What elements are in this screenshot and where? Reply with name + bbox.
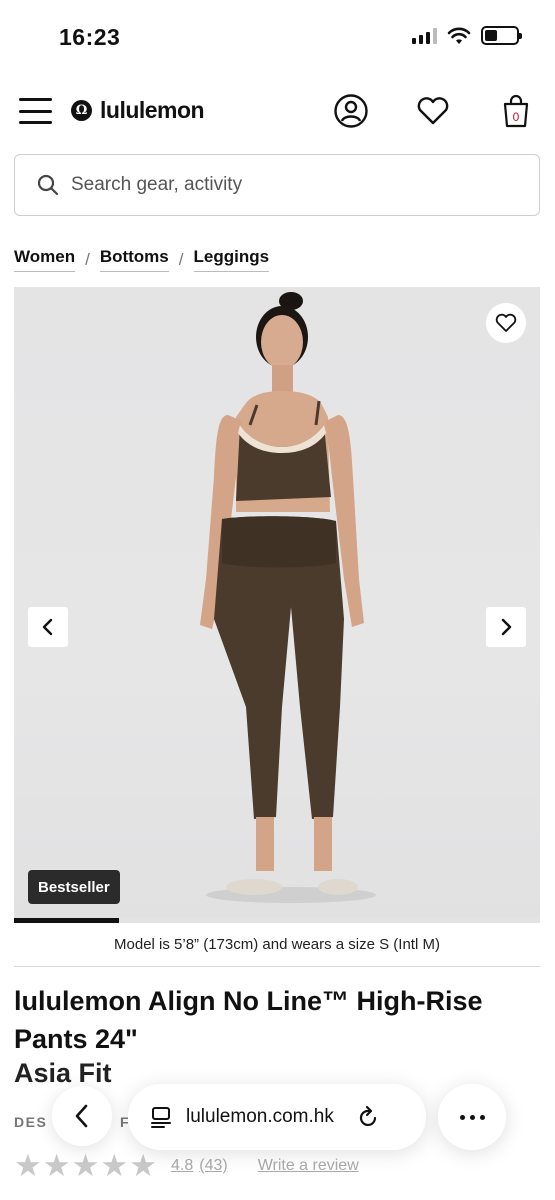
brand-name: lululemon: [100, 97, 205, 123]
star-icon: ★: [42, 1148, 71, 1183]
write-review-link[interactable]: Write a review: [258, 1157, 359, 1175]
breadcrumb-bottoms[interactable]: Bottoms: [99, 247, 169, 272]
browser-back-button[interactable]: [52, 1086, 112, 1146]
reload-icon[interactable]: [356, 1105, 380, 1129]
wishlist-icon[interactable]: [415, 93, 451, 129]
product-title: lululemon Align No Line™ High-Rise Pants…: [14, 986, 483, 1054]
product-fit: Asia Fit: [14, 1058, 112, 1088]
rating-count[interactable]: (43): [199, 1157, 227, 1175]
image-wishlist-button[interactable]: [486, 303, 526, 343]
gallery-progress-fill: [14, 918, 120, 923]
chevron-left-icon: [75, 1104, 88, 1128]
breadcrumb-leggings[interactable]: Leggings: [193, 247, 270, 272]
search-bar[interactable]: [14, 154, 540, 216]
rating-row: ★ ★ ★ ★ ★ 4.8 (43) Write a review: [14, 1150, 359, 1181]
battery-icon: [481, 26, 522, 45]
wifi-icon: [447, 27, 471, 44]
star-icon: ★: [14, 1148, 42, 1183]
next-image-button[interactable]: [486, 607, 526, 647]
browser-address-bar[interactable]: lululemon.com.hk: [128, 1084, 426, 1150]
star-icon: ★: [71, 1148, 100, 1183]
bag-icon[interactable]: 0: [498, 93, 534, 129]
status-icons: [412, 26, 522, 45]
product-page: 16:23 Ω lululemon 0 Search gear, activit…: [0, 0, 555, 1200]
chevron-left-icon: [42, 618, 53, 636]
chevron-right-icon: [501, 618, 512, 636]
bestseller-badge: Bestseller: [28, 870, 120, 904]
model-size-info: Model is 5’8” (173cm) and wears a size S…: [114, 936, 440, 953]
account-icon[interactable]: [333, 93, 369, 129]
brand-logo[interactable]: Ω lululemon: [71, 97, 205, 124]
breadcrumb: Women / Bottoms / Leggings: [14, 247, 270, 272]
description-tab[interactable]: DES: [14, 1114, 47, 1130]
menu-icon[interactable]: [19, 98, 52, 124]
browser-url: lululemon.com.hk: [186, 1106, 334, 1127]
search-icon: [37, 174, 59, 196]
breadcrumb-separator: /: [178, 249, 184, 269]
page-settings-icon: [151, 1107, 171, 1128]
signal-icon: [412, 27, 437, 44]
star-rating: ★ ★ ★ ★ ★: [14, 1150, 157, 1181]
site-header: Ω lululemon 0: [0, 80, 555, 142]
star-icon: ★: [100, 1148, 129, 1183]
bag-count: 0: [513, 110, 520, 124]
breadcrumb-separator: /: [85, 249, 90, 269]
product-photo: [200, 292, 376, 903]
lululemon-logo-icon: Ω: [71, 100, 92, 121]
browser-more-button[interactable]: [438, 1084, 506, 1150]
star-icon: ★: [129, 1148, 157, 1183]
heart-icon: [495, 313, 517, 332]
rating-value[interactable]: 4.8: [171, 1157, 193, 1175]
previous-image-button[interactable]: [28, 607, 68, 647]
gallery-progress-bar: [14, 918, 540, 923]
search-input[interactable]: [71, 174, 471, 196]
breadcrumb-women[interactable]: Women: [14, 247, 76, 272]
status-time: 16:23: [59, 24, 121, 50]
product-image-gallery[interactable]: Bestseller: [14, 287, 540, 919]
status-bar: 16:23: [0, 0, 555, 76]
divider: [14, 966, 540, 967]
